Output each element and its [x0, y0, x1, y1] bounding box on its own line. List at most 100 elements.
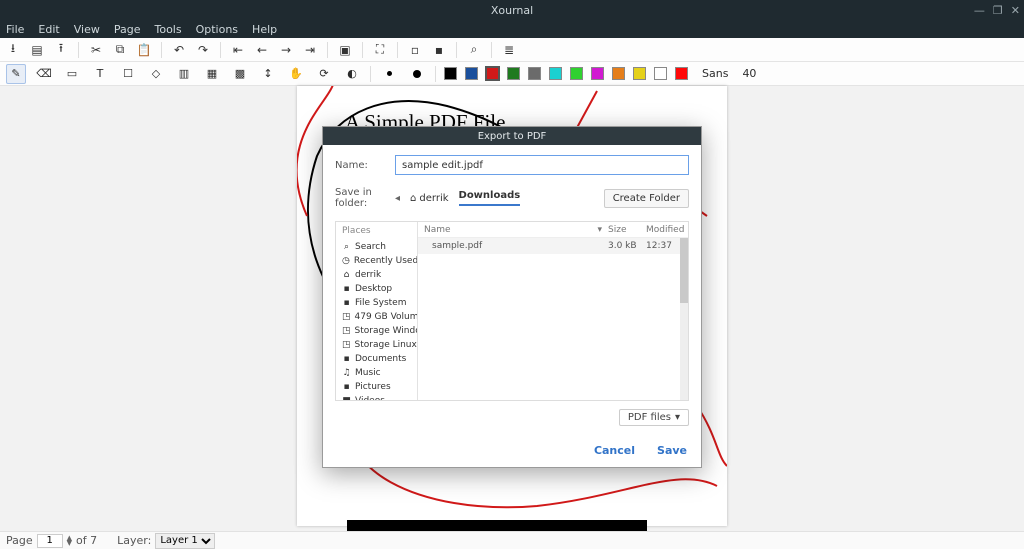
color-swatch-10[interactable]	[654, 67, 667, 80]
copy-icon[interactable]: ⧉	[113, 43, 127, 57]
toolbar-separator	[220, 42, 221, 58]
places-item-search[interactable]: ⌕Search	[336, 240, 417, 254]
export-icon[interactable]: ⭱	[54, 43, 68, 57]
menu-file[interactable]: File	[6, 23, 24, 36]
select-rect-tool[interactable]: ▦	[202, 64, 222, 84]
layers-icon[interactable]: ≣	[502, 43, 516, 57]
stroke-thin[interactable]	[379, 64, 399, 84]
find-icon[interactable]: ⌕	[467, 43, 481, 57]
fit-icon[interactable]: ▣	[338, 43, 352, 57]
color-swatch-9[interactable]	[633, 67, 646, 80]
pen-tool[interactable]: ✎	[6, 64, 26, 84]
create-folder-button[interactable]: Create Folder	[604, 189, 689, 208]
color-swatch-0[interactable]	[444, 67, 457, 80]
places-item-storage-linux[interactable]: ◳Storage Linux	[336, 338, 417, 352]
file-row[interactable]: sample.pdf3.0 kB12:37	[418, 238, 688, 254]
breadcrumb-back-icon[interactable]: ◂	[395, 193, 400, 204]
place-icon: ⌕	[342, 242, 351, 252]
zoom-in-icon[interactable]: ▪	[432, 43, 446, 57]
place-icon: ◳	[342, 312, 351, 322]
menu-options[interactable]: Options	[196, 23, 238, 36]
place-icon: ■	[342, 396, 351, 400]
menu-page[interactable]: Page	[114, 23, 141, 36]
page-number-input[interactable]	[37, 534, 63, 548]
color-swatch-1[interactable]	[465, 67, 478, 80]
places-item-documents[interactable]: ▪Documents	[336, 352, 417, 366]
menu-help[interactable]: Help	[252, 23, 277, 36]
place-icon: ◳	[342, 340, 351, 350]
menu-bar: File Edit View Page Tools Options Help	[0, 20, 1024, 38]
places-item-storage-windows[interactable]: ◳Storage Windows	[336, 324, 417, 338]
maximize-button[interactable]: ❐	[993, 4, 1003, 17]
color-swatch-3[interactable]	[507, 67, 520, 80]
zoom-out-icon[interactable]: ▫	[408, 43, 422, 57]
reload-tool[interactable]: ⟳	[314, 64, 334, 84]
file-type-filter[interactable]: PDF files ▾	[619, 409, 689, 426]
places-header: Places	[336, 222, 417, 240]
places-item-music[interactable]: ♫Music	[336, 366, 417, 380]
menu-tools[interactable]: Tools	[154, 23, 181, 36]
places-item-file-system[interactable]: ▪File System	[336, 296, 417, 310]
color-swatch-2[interactable]	[486, 67, 499, 80]
color-swatch-4[interactable]	[528, 67, 541, 80]
text-tool[interactable]: T	[90, 64, 110, 84]
cancel-button[interactable]: Cancel	[594, 444, 635, 457]
open-icon[interactable]: ▤	[30, 43, 44, 57]
cut-icon[interactable]: ✂	[89, 43, 103, 57]
page-spinner[interactable]: ▲▼	[67, 536, 72, 546]
color-swatch-6[interactable]	[570, 67, 583, 80]
next-icon[interactable]: →	[279, 43, 293, 57]
layer-select[interactable]: Layer 1	[155, 533, 215, 549]
filename-input[interactable]	[395, 155, 689, 175]
main-toolbar: ⭳ ▤ ⭱ ✂ ⧉ 📋 ↶ ↷ ⇤ ← → ⇥ ▣ ⛶ ▫ ▪ ⌕ ≣	[0, 38, 1024, 62]
place-icon: ◷	[342, 256, 350, 266]
places-item-desktop[interactable]: ▪Desktop	[336, 282, 417, 296]
redo-icon[interactable]: ↷	[196, 43, 210, 57]
font-size-label[interactable]: 40	[742, 67, 756, 80]
undo-icon[interactable]: ↶	[172, 43, 186, 57]
color-swatch-8[interactable]	[612, 67, 625, 80]
places-item-479-gb-volume[interactable]: ◳479 GB Volume	[336, 310, 417, 324]
save-button[interactable]: Save	[657, 444, 687, 457]
places-item-derrik[interactable]: ⌂derrik	[336, 268, 417, 282]
file-list-scrollbar[interactable]	[680, 238, 688, 400]
select-region-tool[interactable]: ▩	[230, 64, 250, 84]
image-tool[interactable]: ☐	[118, 64, 138, 84]
places-item-videos[interactable]: ■Videos	[336, 394, 417, 400]
stroke-thick[interactable]	[407, 64, 427, 84]
places-sidebar: Places ⌕Search◷Recently Used⌂derrik▪Desk…	[336, 222, 418, 400]
places-item-recently-used[interactable]: ◷Recently Used	[336, 254, 417, 268]
places-item-pictures[interactable]: ▪Pictures	[336, 380, 417, 394]
toolbar-separator	[435, 66, 436, 82]
font-name-label[interactable]: Sans	[702, 67, 728, 80]
hand-tool[interactable]: ✋	[286, 64, 306, 84]
highlighter-tool[interactable]: ▭	[62, 64, 82, 84]
col-modified-header[interactable]: Modified	[646, 225, 688, 235]
toolbar-separator	[456, 42, 457, 58]
close-button[interactable]: ✕	[1011, 4, 1020, 17]
col-size-header[interactable]: Size	[608, 225, 646, 235]
last-icon[interactable]: ⇥	[303, 43, 317, 57]
toolbar-separator	[491, 42, 492, 58]
menu-edit[interactable]: Edit	[38, 23, 59, 36]
save-icon[interactable]: ⭳	[6, 43, 20, 57]
paste-icon[interactable]: 📋	[137, 43, 151, 57]
menu-view[interactable]: View	[74, 23, 100, 36]
breadcrumb-current[interactable]: Downloads	[459, 190, 521, 206]
color-swatch-11[interactable]	[675, 67, 688, 80]
window-controls: — ❐ ✕	[974, 4, 1020, 17]
minimize-button[interactable]: —	[974, 4, 985, 17]
vertical-space-tool[interactable]: ↕	[258, 64, 278, 84]
prev-icon[interactable]: ←	[255, 43, 269, 57]
default-tool[interactable]: ◐	[342, 64, 362, 84]
eraser-tool[interactable]: ⌫	[34, 64, 54, 84]
fullscreen-icon[interactable]: ⛶	[373, 43, 387, 57]
breadcrumb-home[interactable]: ⌂ derrik	[410, 193, 448, 204]
col-name-header[interactable]: Name ▾	[418, 225, 608, 235]
place-icon: ▪	[342, 354, 351, 364]
first-icon[interactable]: ⇤	[231, 43, 245, 57]
color-swatch-5[interactable]	[549, 67, 562, 80]
shape-tool[interactable]: ◇	[146, 64, 166, 84]
color-swatch-7[interactable]	[591, 67, 604, 80]
ruler-tool[interactable]: ▥	[174, 64, 194, 84]
